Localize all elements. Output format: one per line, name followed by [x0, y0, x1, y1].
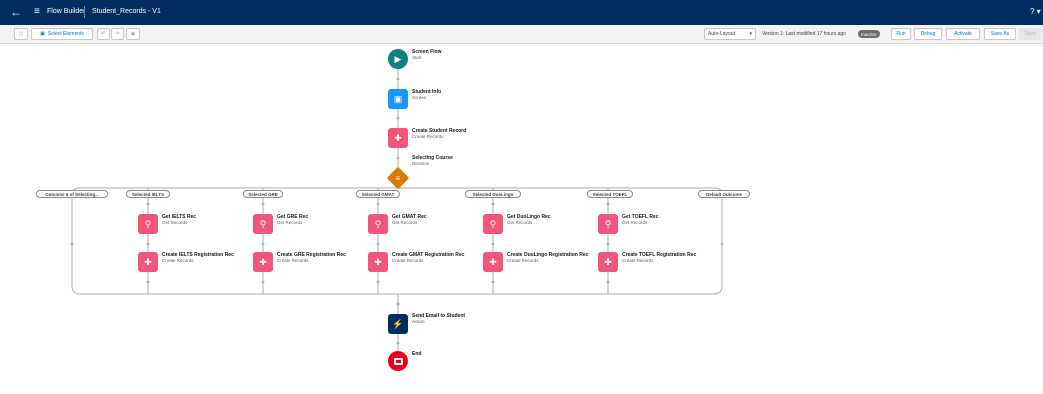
get-record-icon: ⚲ — [489, 218, 497, 229]
end-node[interactable] — [388, 351, 408, 371]
screen-icon: ▣ — [393, 93, 403, 104]
layout-select[interactable]: Auto-Layout ▾ — [704, 28, 756, 40]
get-record-icon: ⚲ — [144, 218, 152, 229]
toggle-panel-icon[interactable]: ◫ — [14, 28, 28, 40]
back-arrow-icon[interactable]: ← — [10, 5, 22, 19]
create-record-node[interactable]: ✚ — [138, 252, 158, 272]
decision-subtitle: Decision — [412, 161, 430, 166]
play-icon: ▶ — [394, 53, 402, 64]
header-bar: ← ≡ Flow Builder Student_Records - V1 ? … — [0, 0, 1043, 25]
get-record-subtitle: Get Records — [162, 220, 188, 225]
toolbar: ◫ ▣ Select Elements ↶ ↷ ◉ Auto-Layout ▾ … — [0, 25, 1043, 44]
outcome-pill[interactable]: Default Outcome — [698, 190, 750, 198]
outcome-pill[interactable]: Selected IELTS — [126, 190, 170, 198]
activate-button[interactable]: Activate — [946, 28, 980, 40]
create-record-subtitle: Create Records — [392, 258, 424, 263]
flow-canvas[interactable]: ▶ Screen Flow Start ▣ Student Info Scree… — [0, 44, 1043, 394]
outcome-pill[interactable]: Outcome 6 of Selecting... — [36, 190, 108, 198]
screen-label: Student Info Screen — [412, 89, 441, 100]
get-record-icon: ⚲ — [604, 218, 612, 229]
get-record-label: Get DuoLingo Rec Get Records — [507, 214, 551, 225]
create-record-subtitle: Create Records — [277, 258, 309, 263]
create-record-label: Create GRE Registration Rec Create Recor… — [277, 252, 346, 263]
end-title: End — [412, 351, 422, 357]
flow-name: Student_Records - V1 — [92, 8, 161, 15]
eye-icon[interactable]: ◉ — [126, 28, 140, 40]
get-record-subtitle: Get Records — [392, 220, 418, 225]
help-icon[interactable]: ? ▾ — [1030, 7, 1041, 16]
chevron-down-icon: ▾ — [749, 31, 752, 37]
end-label: End — [412, 351, 421, 357]
lightning-icon: ⚡ — [392, 318, 404, 329]
undo-icon[interactable]: ↶ — [97, 28, 110, 40]
create-record-node[interactable]: ✚ — [368, 252, 388, 272]
version-text: Version 1: Last modified 17 hours ago — [762, 31, 846, 37]
create-record-subtitle: Create Records — [162, 258, 194, 263]
create-record-icon: ✚ — [394, 132, 402, 143]
decision-label: Selecting Course Decision — [412, 155, 453, 166]
get-record-label: Get IELTS Rec Get Records — [162, 214, 196, 225]
create-record-label: Create DuoLingo Registration Rec Create … — [507, 252, 588, 263]
start-subtitle: Start — [412, 55, 422, 60]
cube-icon: ▣ — [40, 31, 45, 37]
start-node[interactable]: ▶ — [388, 49, 408, 69]
create-record-node[interactable]: ✚ — [483, 252, 503, 272]
decision-icon: ≡ — [395, 173, 401, 183]
get-record-subtitle: Get Records — [277, 220, 303, 225]
get-record-subtitle: Get Records — [622, 220, 648, 225]
send-email-node[interactable]: ⚡ — [388, 314, 408, 334]
run-button[interactable]: Run — [891, 28, 911, 40]
create-student-subtitle: Create Records — [412, 134, 444, 139]
get-record-icon: ⚲ — [374, 218, 382, 229]
debug-button[interactable]: Debug — [914, 28, 942, 40]
app-name: Flow Builder — [47, 8, 86, 15]
get-record-node[interactable]: ⚲ — [598, 214, 618, 234]
send-email-label: Send Email to Student Action — [412, 313, 465, 324]
outcome-pill[interactable]: Selected GMAT — [356, 190, 400, 198]
create-record-icon: ✚ — [374, 256, 382, 267]
create-record-node[interactable]: ✚ — [253, 252, 273, 272]
select-elements-button[interactable]: ▣ Select Elements — [31, 28, 93, 40]
header-divider — [84, 6, 85, 18]
create-student-record-node[interactable]: ✚ — [388, 128, 408, 148]
create-student-record-label: Create Student Record Create Records — [412, 128, 466, 139]
create-record-icon: ✚ — [604, 256, 612, 267]
stop-icon — [393, 357, 403, 365]
redo-icon[interactable]: ↷ — [111, 28, 124, 40]
start-label: Screen Flow Start — [412, 49, 441, 60]
status-badge: Inactive — [858, 30, 880, 38]
outcome-pill[interactable]: Selected GRE — [243, 190, 283, 198]
flow-icon: ≡ — [34, 6, 40, 17]
get-record-node[interactable]: ⚲ — [483, 214, 503, 234]
create-record-icon: ✚ — [489, 256, 497, 267]
select-elements-label: Select Elements — [47, 31, 84, 37]
get-record-label: Get TOEFL Rec Get Records — [622, 214, 659, 225]
create-record-subtitle: Create Records — [622, 258, 654, 263]
screen-node[interactable]: ▣ — [388, 89, 408, 109]
screen-subtitle: Screen — [412, 95, 427, 100]
outcome-pill[interactable]: Selected DuoLingo — [465, 190, 521, 198]
get-record-subtitle: Get Records — [507, 220, 533, 225]
layout-select-value: Auto-Layout — [708, 31, 735, 37]
create-record-label: Create TOEFL Registration Rec Create Rec… — [622, 252, 696, 263]
create-record-subtitle: Create Records — [507, 258, 539, 263]
outcome-pill[interactable]: Selected TOEFL — [587, 190, 633, 198]
create-record-node[interactable]: ✚ — [598, 252, 618, 272]
save-button: Save — [1019, 28, 1041, 40]
get-record-node[interactable]: ⚲ — [368, 214, 388, 234]
create-record-label: Create IELTS Registration Rec Create Rec… — [162, 252, 234, 263]
get-record-node[interactable]: ⚲ — [138, 214, 158, 234]
get-record-icon: ⚲ — [259, 218, 267, 229]
create-record-icon: ✚ — [144, 256, 152, 267]
get-record-node[interactable]: ⚲ — [253, 214, 273, 234]
get-record-label: Get GMAT Rec Get Records — [392, 214, 427, 225]
create-record-icon: ✚ — [259, 256, 267, 267]
send-email-subtitle: Action — [412, 319, 425, 324]
get-record-label: Get GRE Rec Get Records — [277, 214, 308, 225]
create-record-label: Create GMAT Registration Rec Create Reco… — [392, 252, 464, 263]
save-as-button[interactable]: Save As — [984, 28, 1016, 40]
